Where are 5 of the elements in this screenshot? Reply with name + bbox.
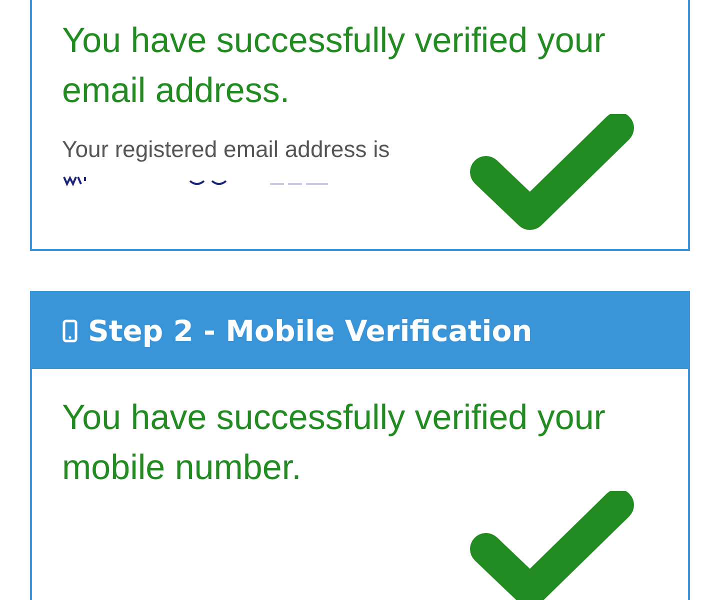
success-message: You have successfully verified your email address. bbox=[62, 20, 606, 112]
mobile-phone-icon bbox=[62, 319, 78, 343]
email-label: Your registered email address is bbox=[62, 136, 390, 163]
success-message: You have successfully verified your mobile number. bbox=[62, 397, 606, 489]
card-title: Step 2 - Mobile Verification bbox=[88, 314, 532, 348]
